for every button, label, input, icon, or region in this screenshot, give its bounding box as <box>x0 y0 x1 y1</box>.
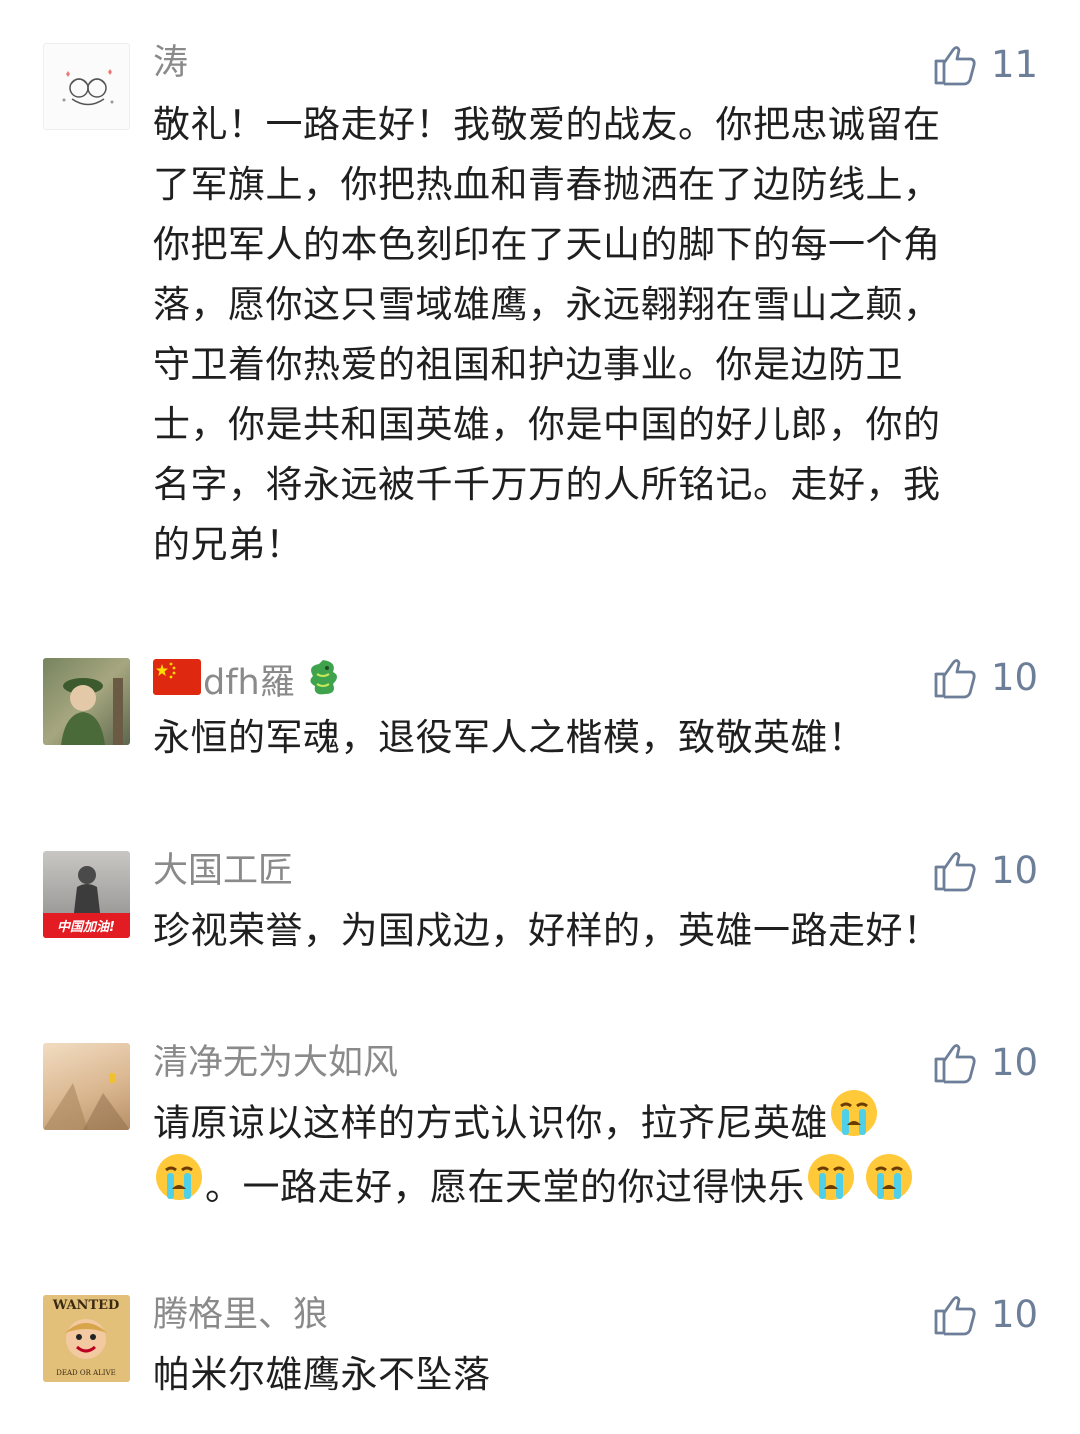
comment-item: 清净无为大如风 10 请原谅以这样的方式认识你，拉齐尼英雄 。一路走好，愿在天堂… <box>0 1030 1080 1230</box>
comment-text: 帕米尔雄鹰永不坠落 <box>153 1345 1023 1405</box>
comment-text-line: 永恒的军魂，退役军人之楷模，致敬英雄！ <box>153 716 866 759</box>
comment-text-line: 珍视荣誉，为国戍边，好样的，英雄一路走好！ <box>153 909 941 952</box>
like-button[interactable]: 10 <box>933 1041 1038 1085</box>
comment-text-line: 敬礼！一路走好！我敬爱的战友。你把忠诚留在 <box>153 103 941 146</box>
like-count: 11 <box>991 43 1039 86</box>
like-count: 10 <box>991 656 1039 699</box>
avatar-caption: 中国加油! <box>57 919 115 935</box>
like-button[interactable]: 10 <box>933 849 1038 893</box>
like-count: 10 <box>991 1293 1039 1336</box>
username[interactable]: dfh羅 <box>153 656 343 709</box>
username-text: dfh羅 <box>203 662 295 703</box>
comment-item: dfh羅 10 永恒的军魂，退役军人之楷模，致敬英雄！ <box>0 640 1080 780</box>
comment-text-line: 的兄弟！ <box>153 523 303 566</box>
avatar[interactable] <box>43 43 130 130</box>
avatar[interactable] <box>43 1043 130 1130</box>
comment-item: 中国加油! 大国工匠 10 珍视荣誉，为国戍边，好样的，英雄一路走好！ <box>0 840 1080 980</box>
comment-text: 珍视荣誉，为国戍边，好样的，英雄一路走好！ <box>153 901 1023 961</box>
comment-text-line: 名字，将永远被千千万万的人所铭记。走好，我 <box>153 463 941 506</box>
comment-text-line: 士，你是共和国英雄，你是中国的好儿郎，你的 <box>153 403 941 446</box>
username[interactable]: 大国工匠 <box>153 849 293 893</box>
comment-text-line: 请原谅以这样的方式认识你，拉齐尼英雄 <box>153 1090 1023 1157</box>
comment-text-line: 落，愿你这只雪域雄鹰，永远翱翔在雪山之颠， <box>153 283 941 326</box>
crying-face-icon <box>805 1151 857 1221</box>
comment-text-line: 。一路走好，愿在天堂的你过得快乐 <box>153 1154 1023 1221</box>
comment-item: WANTED DEAD OR ALIVE 腾格里、狼 10 帕米尔雄鹰永不坠落 <box>0 1280 1080 1434</box>
username[interactable]: 涛 <box>153 41 188 85</box>
crying-face-icon <box>828 1087 880 1157</box>
dragon-icon <box>303 656 343 709</box>
comment-text-line: 守卫着你热爱的祖国和护边事业。你是边防卫 <box>153 343 903 386</box>
comment-text-line: 帕米尔雄鹰永不坠落 <box>153 1353 491 1396</box>
thumbs-up-icon <box>933 44 977 86</box>
comment-text-line: 了军旗上，你把热血和青春抛洒在了边防线上， <box>153 163 941 206</box>
comment-text: 请原谅以这样的方式认识你，拉齐尼英雄 。一路走好，愿在天堂的你过得快乐 <box>153 1090 1023 1221</box>
china-flag-icon <box>153 659 201 706</box>
like-button[interactable]: 10 <box>933 1293 1038 1337</box>
avatar-poster-caption: DEAD OR ALIVE <box>56 1369 115 1377</box>
crying-face-icon <box>153 1151 205 1221</box>
crying-face-icon <box>863 1151 915 1221</box>
avatar-poster-title: WANTED <box>52 1298 120 1313</box>
avatar[interactable]: 中国加油! <box>43 851 130 938</box>
like-count: 10 <box>991 1041 1039 1084</box>
like-button[interactable]: 11 <box>933 43 1038 87</box>
like-count: 10 <box>991 849 1039 892</box>
username[interactable]: 清净无为大如风 <box>153 1041 398 1085</box>
thumbs-up-icon <box>933 1042 977 1084</box>
thumbs-up-icon <box>933 850 977 892</box>
username[interactable]: 腾格里、狼 <box>153 1293 328 1337</box>
comment-item: 涛 11 敬礼！一路走好！我敬爱的战友。你把忠诚留在 了军旗上，你把热血和青春抛… <box>0 0 1080 600</box>
comment-text-segment: 。一路走好，愿在天堂的你过得快乐 <box>205 1165 805 1209</box>
comment-text-line: 你把军人的本色刻印在了天山的脚下的每一个角 <box>153 223 941 266</box>
like-button[interactable]: 10 <box>933 656 1038 700</box>
comment-text: 永恒的军魂，退役军人之楷模，致敬英雄！ <box>153 708 1023 768</box>
thumbs-up-icon <box>933 1294 977 1336</box>
avatar[interactable] <box>43 658 130 745</box>
thumbs-up-icon <box>933 657 977 699</box>
comment-text: 敬礼！一路走好！我敬爱的战友。你把忠诚留在 了军旗上，你把热血和青春抛洒在了边防… <box>153 95 1023 575</box>
comment-text-segment: 请原谅以这样的方式认识你，拉齐尼英雄 <box>153 1101 828 1145</box>
avatar[interactable]: WANTED DEAD OR ALIVE <box>43 1295 130 1382</box>
